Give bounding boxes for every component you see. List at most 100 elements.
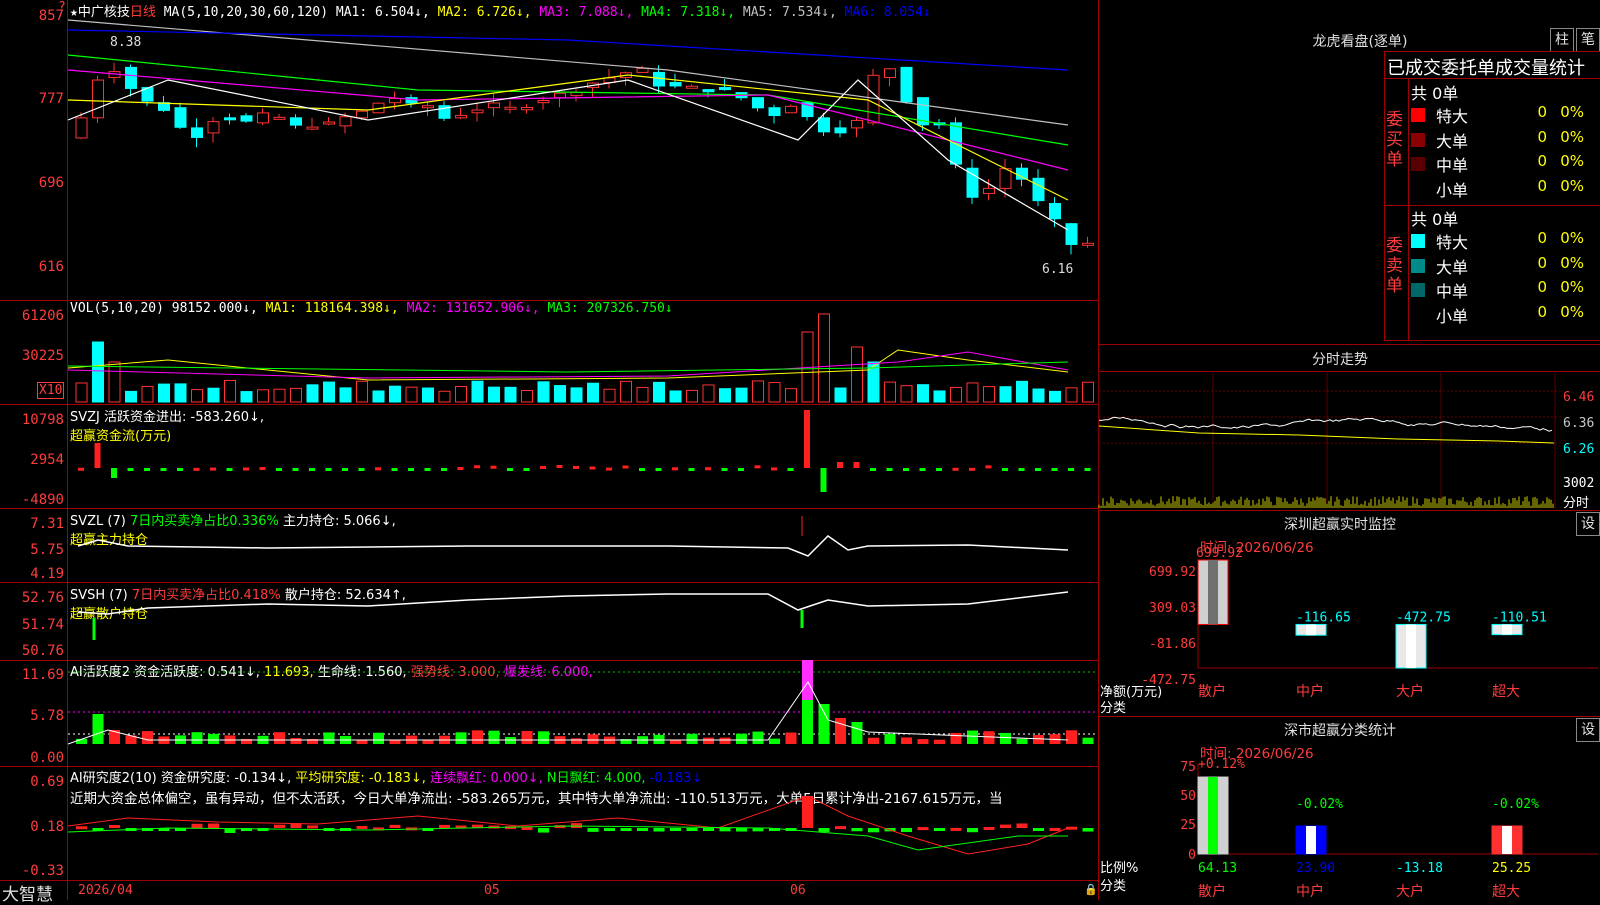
research-bar [76,826,87,830]
sell-row-percent: 0% [1560,278,1584,296]
candle [752,97,764,109]
flow-bar [820,468,827,492]
candle [92,79,104,119]
buy-row-color-swatch [1411,157,1425,171]
sell-row-label: 特大 [1436,233,1469,252]
research-bar [1082,828,1094,832]
svsh-chart [77,591,1069,640]
tick-mode-button[interactable]: 笔 [1576,28,1600,52]
flow-bar [111,468,117,478]
candle [306,126,319,130]
classify-bar-chart[interactable]: 64.13 散户 23.90 中户 -13.18 大户 25.25 超大 +0.12% -0.02… [1197,757,1598,900]
candlestick-chart[interactable] [67,0,1098,300]
classify-bar-highlight [1306,826,1316,854]
research-bar [934,828,945,831]
monitor-value-label: 699.92 [1196,546,1243,561]
research-bar [571,823,582,828]
volume-bar [686,389,698,403]
activity-bar [521,730,533,744]
candle [768,107,781,116]
flow-bar [210,467,216,471]
buy-row-count: 0 [1537,103,1547,121]
classify-settings-button[interactable]: 设 [1576,718,1600,742]
volume-bar [1016,380,1028,403]
monitor-category-label: 大户 [1396,683,1424,700]
svzl-axis-label: 7.31 [30,516,64,532]
vol-axis-label: 30225 [21,348,64,364]
flow-bar [424,468,431,471]
research-bar [274,824,285,828]
svzl-axis-label: 4.19 [30,566,64,582]
flow-bar [243,467,249,471]
classify-category-label: 超大 [1492,884,1520,900]
classify-top-label: -0.02% [1492,797,1539,812]
lock-icon[interactable]: 🔒 [1084,883,1098,896]
volume-bar [92,341,104,403]
flow-bar [573,465,579,469]
vol-unit[interactable]: X10 [37,382,65,399]
monitor-bar-highlight [1502,624,1512,635]
bar-mode-button[interactable]: 柱 [1550,28,1574,52]
candle [339,116,352,127]
volume-bar [587,382,599,403]
divider [1408,78,1409,340]
volume-bar [125,390,137,403]
flow-bar [457,466,464,470]
candle [1065,223,1078,245]
date-label-may: 05 [484,883,500,898]
candle [224,117,236,121]
activity-burst [802,660,813,700]
volume-bar [191,389,203,403]
flow-bar [870,468,876,471]
volume-bar [752,380,764,403]
app-logo[interactable]: 大智慧 [2,880,53,905]
intraday-chart[interactable] [1098,371,1564,508]
retail-line [77,591,1069,615]
classify-axis-label: 25 [1180,818,1196,833]
price-axis-label: 777 [38,91,64,107]
flow-bar [1068,468,1074,471]
activity-bar [818,704,830,744]
monitor-bar-chart[interactable]: 699.92 散户 -116.65 中户 -472.75 大户 -110.51 超大 [1196,546,1598,710]
monitor-settings-button[interactable]: 设 [1576,512,1600,536]
volume-bar [900,385,913,403]
candle [405,97,418,104]
candle [554,92,566,99]
candle [75,117,88,139]
research-bar [1000,824,1011,828]
activity-bar [851,722,863,744]
classify-axis-label: 75 [1180,760,1196,775]
volume-bar [933,390,946,403]
divider [1384,51,1600,52]
research-bar [538,828,549,833]
activity-bar [571,738,582,744]
monitor-axis-label: -81.86 [1149,637,1196,652]
research-bar [967,828,978,833]
research-bar [389,824,401,828]
candle [471,109,484,114]
buy-orders-label: 委买单 [1386,110,1403,170]
activity-bar [785,732,797,744]
volume-bar [141,385,154,403]
price-axis-label: 696 [38,175,64,191]
activity-bar [191,732,203,744]
monitor-category-label: 散户 [1198,683,1226,700]
candle [1032,177,1045,202]
flow-bar [804,410,810,468]
activity-bar [1016,738,1028,744]
volume-bar [636,386,649,403]
candle [257,112,269,124]
divider [1099,716,1600,717]
candle [323,121,335,125]
volume-bar [603,388,616,403]
buy-row-label: 小单 [1436,180,1469,200]
activity-bar [653,734,665,744]
candle [521,106,533,111]
volume-bar [405,386,418,403]
volume-bar [702,384,715,403]
volume-bar [488,386,500,403]
classify-axis-label: 0 [1188,848,1196,863]
classify-value-label: -13.18 [1396,861,1443,876]
classify-value-label: 64.13 [1198,861,1237,876]
flow-bar [177,468,183,471]
